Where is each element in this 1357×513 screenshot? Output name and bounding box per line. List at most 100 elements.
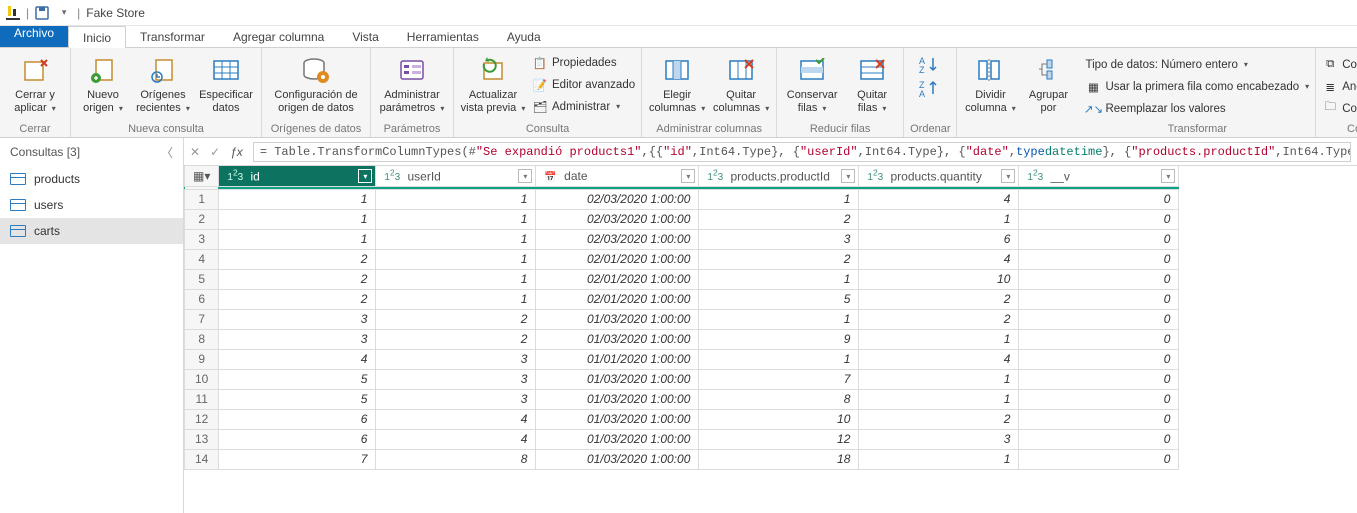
query-item-products[interactable]: products <box>0 166 183 192</box>
cell-v[interactable]: 0 <box>1019 429 1179 449</box>
cell-userid[interactable]: 1 <box>376 229 536 249</box>
cell-quantity[interactable]: 2 <box>859 309 1019 329</box>
table-row[interactable]: 136401/03/2020 1:00:001230 <box>185 429 1179 449</box>
first-row-header-button[interactable]: ▦Usar la primera fila como encabezado ▾ <box>1085 76 1309 97</box>
cell-v[interactable]: 0 <box>1019 229 1179 249</box>
cell-productid[interactable]: 7 <box>699 369 859 389</box>
cell-id[interactable]: 2 <box>219 249 376 269</box>
cell-v[interactable]: 0 <box>1019 329 1179 349</box>
cell-quantity[interactable]: 1 <box>859 369 1019 389</box>
query-item-users[interactable]: users <box>0 192 183 218</box>
cell-id[interactable]: 3 <box>219 309 376 329</box>
table-row[interactable]: 83201/03/2020 1:00:00910 <box>185 329 1179 349</box>
cell-v[interactable]: 0 <box>1019 249 1179 269</box>
column-header-id[interactable]: 123 id▾ <box>219 166 376 186</box>
data-type-button[interactable]: Tipo de datos: Número entero ▾ <box>1085 54 1309 75</box>
cell-quantity[interactable]: 10 <box>859 269 1019 289</box>
cell-productid[interactable]: 1 <box>699 309 859 329</box>
cell-v[interactable]: 0 <box>1019 289 1179 309</box>
cell-id[interactable]: 7 <box>219 449 376 469</box>
cell-quantity[interactable]: 4 <box>859 349 1019 369</box>
merge-queries-button[interactable]: ⧉Combinar cons <box>1322 54 1357 75</box>
table-row[interactable]: 105301/03/2020 1:00:00710 <box>185 369 1179 389</box>
cell-date[interactable]: 01/03/2020 1:00:00 <box>536 409 699 429</box>
cell-id[interactable]: 4 <box>219 349 376 369</box>
refresh-preview-button[interactable]: Actualizar vista previa ▾ <box>460 50 526 115</box>
tab-inicio[interactable]: Inicio <box>68 26 126 48</box>
cell-date[interactable]: 02/01/2020 1:00:00 <box>536 249 699 269</box>
column-header-products.quantity[interactable]: 123 products.quantity▾ <box>859 166 1019 186</box>
filter-icon[interactable]: ▾ <box>1001 169 1015 183</box>
table-row[interactable]: 42102/01/2020 1:00:00240 <box>185 249 1179 269</box>
sort-desc-button[interactable]: ZA <box>919 78 941 98</box>
cell-productid[interactable]: 5 <box>699 289 859 309</box>
sort-asc-button[interactable]: AZ <box>919 54 941 74</box>
cell-userid[interactable]: 8 <box>376 449 536 469</box>
cell-productid[interactable]: 2 <box>699 249 859 269</box>
cell-quantity[interactable]: 4 <box>859 249 1019 269</box>
save-icon[interactable] <box>31 6 53 20</box>
cell-id[interactable]: 1 <box>219 189 376 209</box>
query-item-carts[interactable]: carts <box>0 218 183 244</box>
cell-userid[interactable]: 2 <box>376 309 536 329</box>
cell-productid[interactable]: 1 <box>699 269 859 289</box>
cell-v[interactable]: 0 <box>1019 409 1179 429</box>
manage-parameters-button[interactable]: Administrar parámetros ▾ <box>377 50 447 115</box>
cell-v[interactable]: 0 <box>1019 189 1179 209</box>
cancel-formula-icon[interactable]: ✕ <box>190 145 200 159</box>
tab-herramientas[interactable]: Herramientas <box>393 26 493 47</box>
filter-icon[interactable]: ▾ <box>1161 169 1175 183</box>
cell-userid[interactable]: 3 <box>376 369 536 389</box>
cell-quantity[interactable]: 1 <box>859 329 1019 349</box>
close-apply-button[interactable]: Cerrar y aplicar ▾ <box>6 50 64 115</box>
cell-id[interactable]: 2 <box>219 289 376 309</box>
cell-userid[interactable]: 4 <box>376 429 536 449</box>
cell-v[interactable]: 0 <box>1019 369 1179 389</box>
tab-vista[interactable]: Vista <box>338 26 392 47</box>
cell-quantity[interactable]: 2 <box>859 289 1019 309</box>
data-grid[interactable]: ▦▾123 id▾123 userId▾📅 date▾123 products.… <box>184 166 1357 513</box>
cell-productid[interactable]: 9 <box>699 329 859 349</box>
cell-date[interactable]: 01/03/2020 1:00:00 <box>536 369 699 389</box>
cell-date[interactable]: 02/03/2020 1:00:00 <box>536 189 699 209</box>
cell-id[interactable]: 1 <box>219 229 376 249</box>
cell-quantity[interactable]: 2 <box>859 409 1019 429</box>
combine-files-button[interactable]: 🗀Combinar arch <box>1322 98 1357 119</box>
cell-userid[interactable]: 1 <box>376 289 536 309</box>
cell-userid[interactable]: 3 <box>376 389 536 409</box>
new-source-button[interactable]: Nuevo origen ▾ <box>77 50 129 115</box>
accept-formula-icon[interactable]: ✓ <box>210 145 220 159</box>
table-row[interactable]: 147801/03/2020 1:00:001810 <box>185 449 1179 469</box>
cell-v[interactable]: 0 <box>1019 389 1179 409</box>
cell-id[interactable]: 6 <box>219 409 376 429</box>
cell-id[interactable]: 5 <box>219 389 376 409</box>
remove-rows-button[interactable]: Quitar filas ▾ <box>847 50 897 115</box>
cell-userid[interactable]: 1 <box>376 209 536 229</box>
cell-quantity[interactable]: 4 <box>859 189 1019 209</box>
replace-values-button[interactable]: ↗↘Reemplazar los valores <box>1085 98 1309 119</box>
cell-date[interactable]: 01/03/2020 1:00:00 <box>536 449 699 469</box>
filter-icon[interactable]: ▾ <box>358 169 372 183</box>
tab-file[interactable]: Archivo <box>0 26 68 47</box>
table-row[interactable]: 115301/03/2020 1:00:00810 <box>185 389 1179 409</box>
filter-icon[interactable]: ▾ <box>518 169 532 183</box>
filter-icon[interactable]: ▾ <box>681 169 695 183</box>
split-column-button[interactable]: Dividir columna ▾ <box>963 50 1017 115</box>
cell-id[interactable]: 6 <box>219 429 376 449</box>
recent-sources-button[interactable]: Orígenes recientes ▾ <box>135 50 191 115</box>
collapse-pane-icon[interactable]: 〈 <box>161 144 173 161</box>
cell-userid[interactable]: 1 <box>376 189 536 209</box>
cell-productid[interactable]: 1 <box>699 349 859 369</box>
table-row[interactable]: 21102/03/2020 1:00:00210 <box>185 209 1179 229</box>
cell-userid[interactable]: 4 <box>376 409 536 429</box>
cell-date[interactable]: 01/01/2020 1:00:00 <box>536 349 699 369</box>
table-row[interactable]: 73201/03/2020 1:00:00120 <box>185 309 1179 329</box>
table-row[interactable]: 11102/03/2020 1:00:00140 <box>185 189 1179 209</box>
cell-productid[interactable]: 3 <box>699 229 859 249</box>
group-by-button[interactable]: Agrupar por <box>1023 50 1073 115</box>
cell-v[interactable]: 0 <box>1019 209 1179 229</box>
cell-id[interactable]: 2 <box>219 269 376 289</box>
qa-dropdown-icon[interactable]: ▾ <box>53 7 75 18</box>
cell-date[interactable]: 02/01/2020 1:00:00 <box>536 269 699 289</box>
data-source-settings-button[interactable]: Configuración de origen de datos <box>268 50 364 115</box>
